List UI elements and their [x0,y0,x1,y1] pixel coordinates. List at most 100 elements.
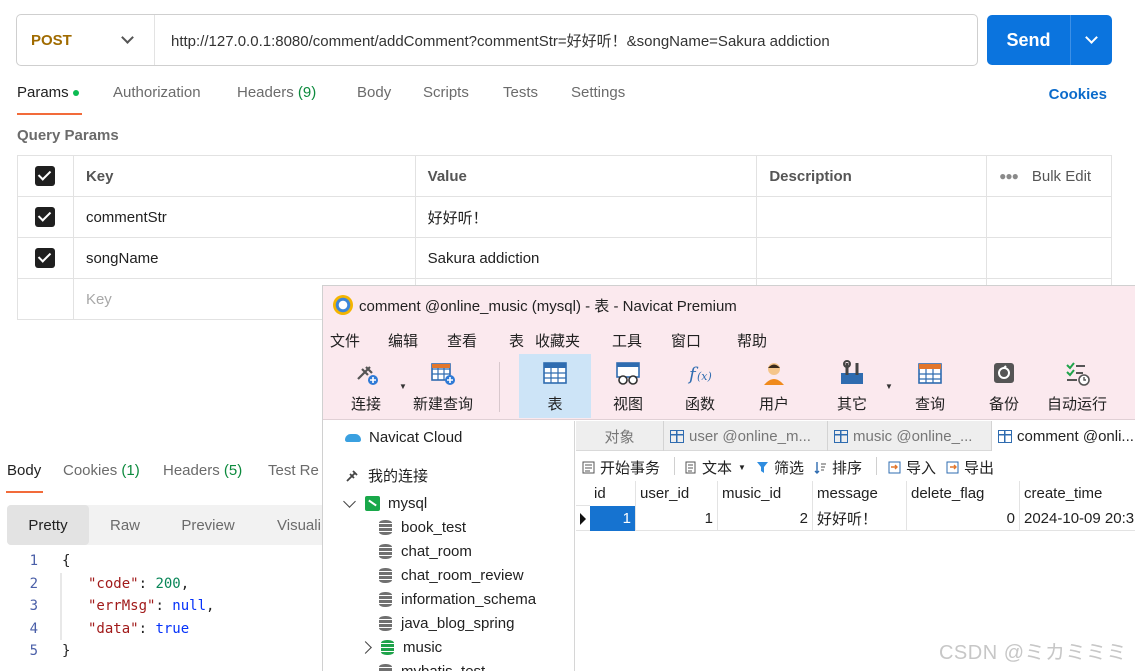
request-tabs: Params Authorization Headers (9) Body Sc… [17,84,1117,116]
begin-transaction-button[interactable]: 开始事务 [582,457,660,478]
caret-down-icon[interactable]: ▼ [885,382,893,391]
menu-window[interactable]: 窗口 [671,330,701,351]
tree-db-chat-room[interactable]: chat_room [379,543,472,560]
table-actions-bar: 开始事务 文本 ▼ 筛选 排序 导入 导出 [576,451,1135,481]
tree-connection-mysql[interactable]: mysql [343,494,427,512]
caret-down-icon[interactable]: ▼ [399,382,407,391]
text-button[interactable]: 文本 ▼ [684,457,746,478]
filter-button[interactable]: 筛选 [756,457,804,478]
watermark: CSDN @ミカミミミ [938,642,1127,664]
tab-headers[interactable]: Headers (9) [237,84,316,101]
method-select[interactable]: POST [17,15,155,65]
column-header[interactable]: id [590,481,636,506]
menu-tools[interactable]: 工具 [612,330,642,351]
tab-music-table[interactable]: music @online_... [828,421,992,451]
menu-favorites[interactable]: 收藏夹 [535,330,580,351]
tab-scripts[interactable]: Scripts [423,84,469,101]
toolbar-view[interactable]: 视图 [603,354,653,418]
format-raw[interactable]: Raw [89,505,161,545]
tab-body[interactable]: Body [357,84,391,101]
send-button[interactable]: Send [987,15,1071,65]
method-label: POST [31,31,72,49]
tab-comment-table[interactable]: comment @onli... [992,421,1135,451]
tree-db-chat-room-review[interactable]: chat_room_review [379,567,524,584]
current-row-icon [580,513,586,525]
column-header[interactable]: message [813,481,907,506]
url-input[interactable]: http://127.0.0.1:8080/comment/addComment… [155,30,830,51]
param-description[interactable] [757,238,988,278]
database-icon [379,568,392,583]
row-checkbox[interactable] [35,207,56,227]
tree-db-information-schema[interactable]: information_schema [379,591,536,608]
tab-user-table[interactable]: user @online_m... [664,421,828,451]
automation-icon [1066,362,1090,386]
format-visualize[interactable]: Visuali [259,505,329,545]
param-value[interactable]: Sakura addiction [416,238,758,278]
column-header[interactable]: create_time [1020,481,1135,506]
toolbar-connect[interactable]: 连接 [341,354,391,418]
tab-objects[interactable]: 对象 [576,421,664,451]
cell-message[interactable]: 好好听！ [813,506,907,531]
column-header[interactable]: music_id [718,481,813,506]
toolbar-table[interactable]: 表 [519,354,591,418]
view-icon [616,362,640,385]
toolbar-new-query-label: 新建查询 [412,396,473,413]
tab-tests[interactable]: Tests [503,84,538,101]
row-checkbox[interactable] [35,248,56,268]
toolbar-backup[interactable]: 备份 [979,354,1029,418]
menu-table[interactable]: 表 [509,330,524,351]
toolbar-function[interactable]: f (x) 函数 [675,354,725,418]
sort-button[interactable]: 排序 [814,457,862,478]
param-value[interactable]: 好好听！ [416,197,758,237]
chevron-right-icon[interactable] [359,641,372,654]
menu-file[interactable]: 文件 [330,330,360,351]
tree-db-book-test[interactable]: book_test [379,519,466,536]
send-options-button[interactable] [1071,15,1112,65]
tab-response-cookies[interactable]: Cookies (1) [63,462,140,479]
format-pretty[interactable]: Pretty [7,505,89,545]
navicat-titlebar[interactable]: comment @online_music (mysql) - 表 - Navi… [323,286,1135,324]
menu-view[interactable]: 查看 [447,330,477,351]
column-header[interactable]: delete_flag [907,481,1020,506]
tree-label: Navicat Cloud [369,429,463,446]
separator [876,457,877,475]
format-preview[interactable]: Preview [161,505,255,545]
tree-db-java-blog-spring[interactable]: java_blog_spring [379,615,514,632]
chevron-down-icon[interactable] [343,494,356,508]
param-key[interactable]: commentStr [74,197,416,237]
import-button[interactable]: 导入 [888,457,936,478]
toolbar-automation[interactable]: 自动运行 [1043,354,1111,418]
menu-edit[interactable]: 编辑 [388,330,418,351]
cell-user-id[interactable]: 1 [636,506,718,531]
tab-settings[interactable]: Settings [571,84,625,101]
toolbar-others-label: 其它 [836,396,867,413]
tab-response-body[interactable]: Body [7,462,41,479]
export-icon [946,461,959,474]
tab-test-results[interactable]: Test Re [268,462,319,479]
tab-params[interactable]: Params [17,84,79,101]
tree-my-connections[interactable]: 我的连接 [345,465,428,486]
cookies-link[interactable]: Cookies [1049,86,1107,103]
cell-create-time[interactable]: 2024-10-09 20:3 [1020,506,1135,531]
toolbar-new-query[interactable]: 新建查询 [411,354,475,418]
param-description[interactable] [757,197,988,237]
column-header[interactable]: user_id [636,481,718,506]
toolbar-others[interactable]: 其它 [827,354,877,418]
toolbar-user[interactable]: 用户 [749,354,799,418]
export-button[interactable]: 导出 [946,457,994,478]
tab-response-headers[interactable]: Headers (5) [163,462,242,479]
tab-authorization[interactable]: Authorization [113,84,201,101]
param-key[interactable]: songName [74,238,416,278]
cell-delete-flag[interactable]: 0 [907,506,1020,531]
select-all-checkbox[interactable] [35,166,56,186]
tree-db-mybatis-test[interactable]: mybatis_test [379,663,485,671]
cell-music-id[interactable]: 2 [718,506,813,531]
toolbar-separator [499,362,500,412]
bulk-edit-button[interactable]: ●●● Bulk Edit [987,156,1113,196]
tree-navicat-cloud[interactable]: Navicat Cloud [345,429,462,446]
window-title: comment @online_music (mysql) - 表 - Navi… [359,297,737,315]
tree-db-music[interactable]: music [359,639,442,656]
toolbar-query[interactable]: 查询 [905,354,955,418]
menu-help[interactable]: 帮助 [737,330,767,351]
cell-id[interactable]: 1 [590,506,636,531]
